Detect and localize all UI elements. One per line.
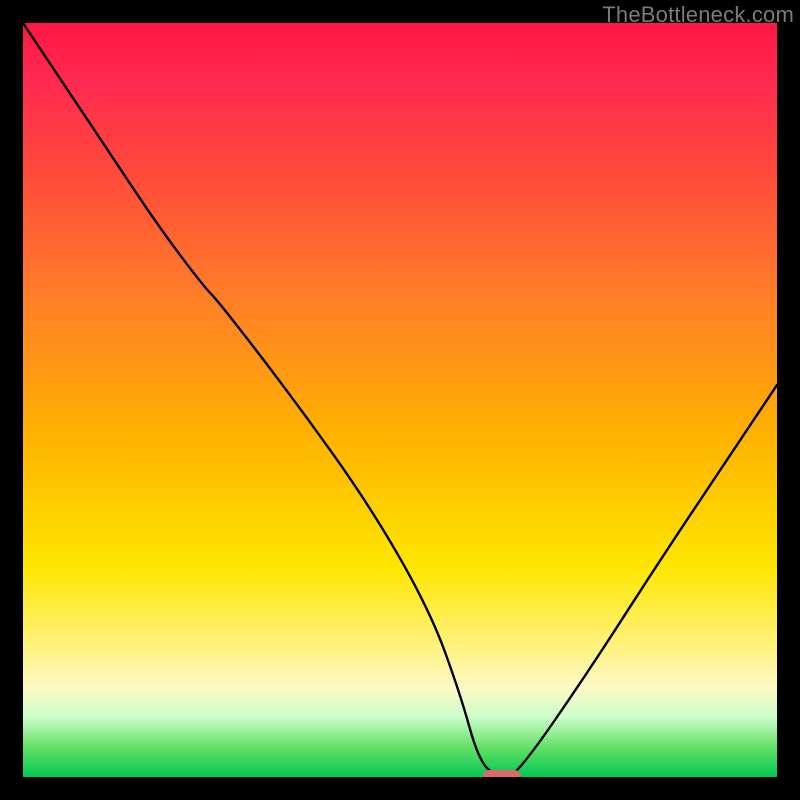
chart-frame: TheBottleneck.com xyxy=(0,0,800,800)
optimal-marker xyxy=(483,770,521,777)
watermark-text: TheBottleneck.com xyxy=(602,2,794,28)
chart-svg xyxy=(23,23,777,777)
bottleneck-curve xyxy=(23,23,777,777)
plot-area xyxy=(23,23,777,777)
